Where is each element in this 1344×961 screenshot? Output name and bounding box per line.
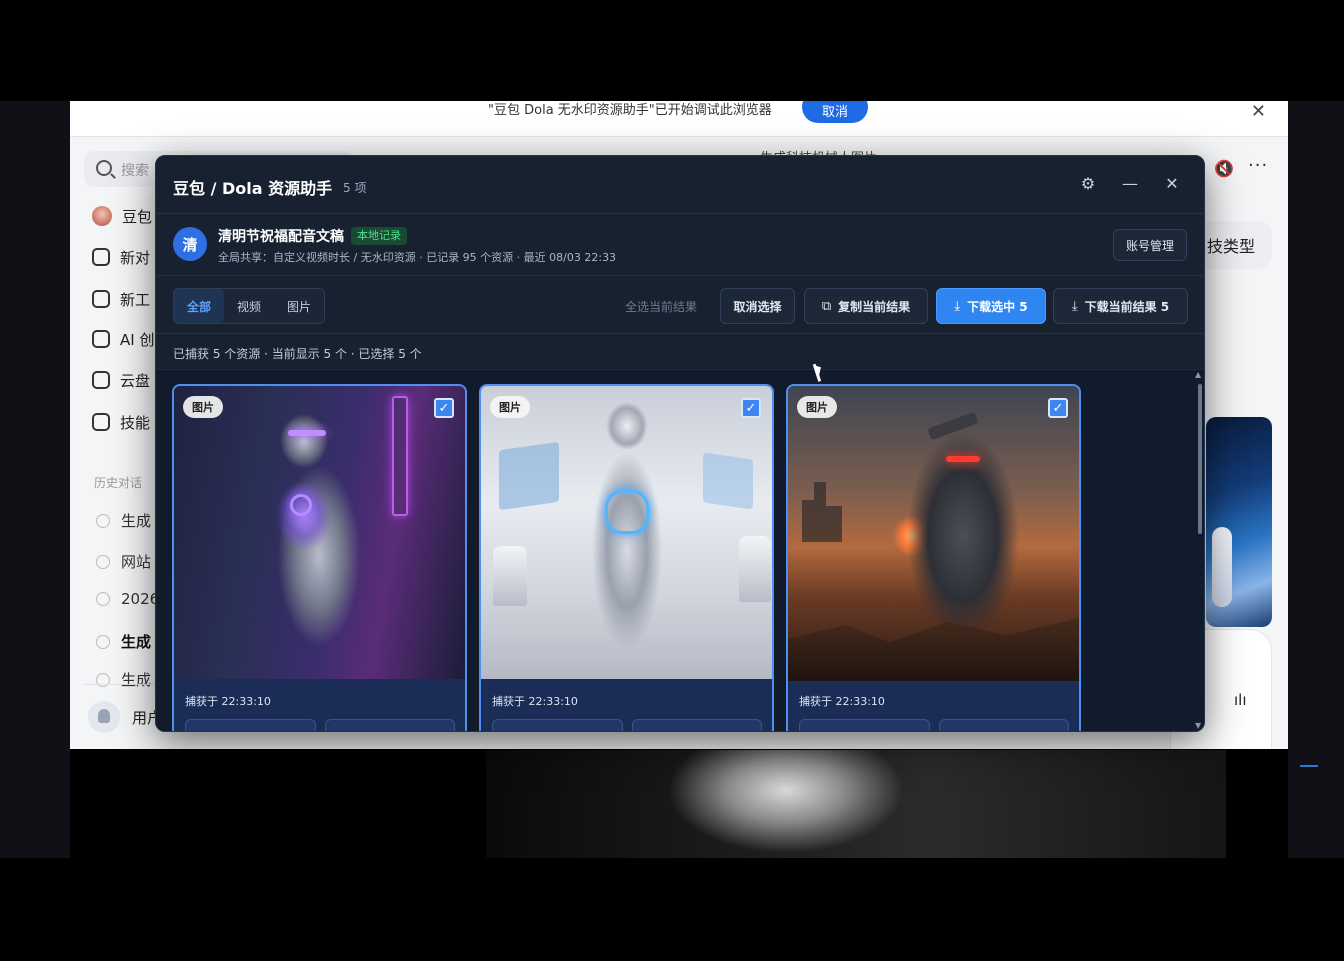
resource-card[interactable]: 图片 ✓ 捕获于 22:33:10 bbox=[479, 384, 774, 731]
filter-tabs: 全部 视频 图片 bbox=[173, 288, 326, 324]
robot-image[interactable] bbox=[481, 386, 772, 679]
type-tag: 图片 bbox=[490, 396, 530, 418]
history-item-active[interactable]: 生成 bbox=[96, 631, 151, 652]
edit-icon bbox=[92, 248, 110, 266]
chat-bubble-icon bbox=[96, 554, 110, 569]
account-avatar: 清 bbox=[173, 227, 207, 261]
tab-all[interactable]: 全部 bbox=[174, 289, 225, 323]
select-checkbox[interactable]: ✓ bbox=[434, 398, 454, 418]
close-icon[interactable]: ✕ bbox=[1251, 101, 1266, 122]
sidebar-item-cloud[interactable]: 云盘 bbox=[92, 367, 150, 393]
debug-banner: "豆包 Dola 无水印资源助手"已开始调试此浏览器 取消 ✕ bbox=[70, 101, 1288, 137]
cloud-folder-icon bbox=[92, 371, 110, 389]
scrollbar[interactable] bbox=[1198, 384, 1202, 534]
copy-icon: ⧉ bbox=[821, 298, 832, 314]
sidebar-item-label: 技能 bbox=[120, 413, 151, 432]
resource-helper-panel: 豆包 / Dola 资源助手 5 项 ⚙ — ✕ 清 清明节祝福配音文稿 本地记… bbox=[155, 155, 1205, 732]
sidebar-item-label: 豆包 bbox=[122, 207, 153, 226]
history-item[interactable]: 网站 bbox=[96, 551, 151, 572]
gear-icon[interactable]: ⚙ bbox=[1077, 173, 1099, 195]
generated-image-preview[interactable] bbox=[1206, 417, 1272, 627]
voice-icon[interactable]: ılı bbox=[1234, 691, 1247, 709]
scroll-up-arrow[interactable]: ▲ bbox=[1195, 370, 1201, 379]
sidebar-item-skills[interactable]: 技能 bbox=[92, 409, 150, 435]
copy-results-button[interactable]: ⧉ 复制当前结果 bbox=[804, 288, 928, 324]
panel-title: 豆包 / Dola 资源助手 bbox=[173, 179, 333, 198]
capture-status: 已捕获 5 个资源 · 当前显示 5 个 · 已选择 5 个 bbox=[173, 347, 422, 361]
download-icon: ⤓ bbox=[954, 298, 961, 314]
capture-time: 捕获于 22:33:10 bbox=[492, 695, 578, 708]
avatar-icon bbox=[92, 206, 112, 226]
chat-bubble-icon bbox=[96, 592, 110, 606]
card-download-button[interactable] bbox=[938, 719, 1069, 731]
search-icon bbox=[96, 160, 112, 176]
card-download-button[interactable] bbox=[324, 719, 455, 731]
sidebar-item-label: 新工 bbox=[120, 290, 151, 309]
debug-banner-text: "豆包 Dola 无水印资源助手"已开始调试此浏览器 bbox=[488, 103, 772, 118]
tool-icon bbox=[92, 290, 110, 308]
debug-cancel-button[interactable]: 取消 bbox=[802, 101, 868, 123]
background-right bbox=[1288, 101, 1344, 858]
chat-bubble-icon bbox=[96, 634, 110, 649]
account-name: 清明节祝福配音文稿 bbox=[218, 229, 344, 245]
sidebar-item-label: AI 创 bbox=[120, 330, 155, 349]
sidebar-item-new-tool[interactable]: 新工 bbox=[92, 286, 150, 312]
sidebar-item-label: 云盘 bbox=[120, 371, 151, 390]
download-icon: ⤓ bbox=[1071, 298, 1078, 314]
card-copy-button[interactable] bbox=[185, 719, 316, 731]
resource-card[interactable]: 图片 ✓ 捕获于 22:33:10 bbox=[172, 384, 467, 731]
account-manage-button[interactable]: 账号管理 bbox=[1113, 229, 1187, 261]
chat-bubble-icon bbox=[96, 513, 110, 528]
select-checkbox[interactable]: ✓ bbox=[1048, 398, 1068, 418]
type-tag: 图片 bbox=[183, 396, 223, 418]
minimize-icon[interactable]: — bbox=[1119, 173, 1141, 195]
robot-image[interactable] bbox=[788, 386, 1079, 681]
sidebar-item-ai-create[interactable]: AI 创 bbox=[92, 326, 154, 352]
select-checkbox[interactable]: ✓ bbox=[741, 398, 761, 418]
history-item[interactable]: 生成 bbox=[96, 510, 151, 531]
search-placeholder: 搜索 bbox=[121, 163, 149, 179]
card-actions bbox=[185, 719, 455, 731]
capture-time: 捕获于 22:33:10 bbox=[799, 695, 885, 708]
scroll-down-arrow[interactable]: ▼ bbox=[1195, 721, 1201, 730]
tab-video[interactable]: 视频 bbox=[224, 289, 274, 323]
background-video-frame bbox=[486, 750, 1226, 858]
user-avatar-icon bbox=[88, 701, 120, 733]
cancel-select-button[interactable]: 取消选择 bbox=[720, 288, 795, 324]
panel-toolbar: 全部 视频 图片 全选当前结果 取消选择 ⧉ 复制当前结果 ⤓ 下载选中 5 ⤓… bbox=[156, 276, 1204, 334]
download-selected-button[interactable]: ⤓ 下载选中 5 bbox=[936, 288, 1046, 324]
resource-card[interactable]: 图片 ✓ 捕获于 22:33:10 bbox=[786, 384, 1081, 731]
sidebar-item-doubao[interactable]: 豆包 bbox=[92, 203, 152, 229]
account-row: 清 清明节祝福配音文稿 本地记录 全局共享：自定义视频时长 / 无水印资源 · … bbox=[156, 214, 1204, 276]
capture-time: 捕获于 22:33:10 bbox=[185, 695, 271, 708]
sidebar-item-new-chat[interactable]: 新对 bbox=[92, 244, 150, 270]
ai-create-icon bbox=[92, 330, 110, 348]
card-actions bbox=[799, 719, 1069, 731]
history-item[interactable]: 2026 bbox=[96, 590, 159, 608]
sidebar-item-label: 新对 bbox=[120, 248, 151, 267]
card-copy-button[interactable] bbox=[492, 719, 623, 731]
user-profile[interactable]: 用户 bbox=[88, 701, 162, 733]
download-current-button[interactable]: ⤓ 下载当前结果 5 bbox=[1053, 288, 1188, 324]
card-copy-button[interactable] bbox=[799, 719, 930, 731]
history-label: 历史对话 bbox=[94, 476, 143, 490]
local-record-badge: 本地记录 bbox=[351, 227, 407, 245]
select-all-button[interactable]: 全选当前结果 bbox=[625, 298, 697, 315]
background-left bbox=[0, 101, 70, 858]
mute-icon[interactable]: 🔇 bbox=[1214, 159, 1234, 178]
panel-header: 豆包 / Dola 资源助手 5 项 ⚙ — ✕ bbox=[156, 156, 1204, 214]
history-item[interactable]: 生成 bbox=[96, 669, 151, 690]
decorative-line bbox=[1300, 765, 1318, 767]
close-icon[interactable]: ✕ bbox=[1161, 173, 1183, 195]
type-tag: 图片 bbox=[797, 396, 837, 418]
card-actions bbox=[492, 719, 762, 731]
tab-image[interactable]: 图片 bbox=[274, 289, 324, 323]
skill-icon bbox=[92, 413, 110, 431]
account-description: 全局共享：自定义视频时长 / 无水印资源 · 已记录 95 个资源 · 最近 0… bbox=[218, 251, 617, 264]
robot-image[interactable] bbox=[174, 386, 465, 679]
more-icon[interactable]: ··· bbox=[1248, 155, 1268, 176]
card-download-button[interactable] bbox=[631, 719, 762, 731]
item-count: 5 项 bbox=[343, 181, 367, 195]
